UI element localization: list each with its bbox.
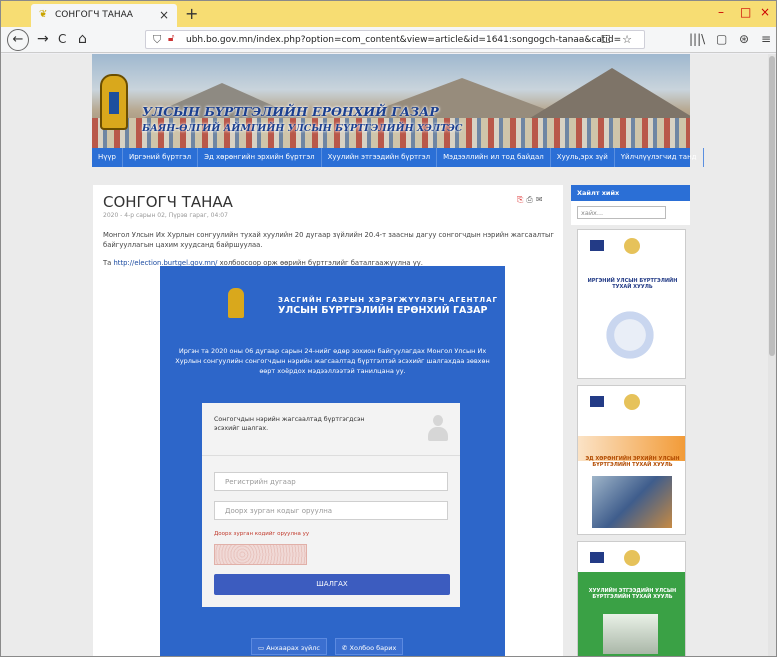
article-paragraph: Монгол Улсын Их Хурлын сонгуулийн тухай … [103, 231, 554, 249]
soyombo-emblem-icon [100, 74, 128, 130]
minimize-button[interactable]: – [718, 5, 724, 19]
article-title: СОНГОГЧ ТАНАА [103, 193, 233, 211]
banner-subtitle: БАЯН-ӨЛГИЙ АЙМГИЙН УЛСЫН БҮРТГЭЛИЙН ХЭЛТ… [142, 123, 463, 134]
url-text: ubh.bo.gov.mn/index.php?option=com_conte… [186, 35, 622, 45]
form-title: Сонгогчдын нэрийн жагсаалтад бүртгэгдсэн… [214, 416, 365, 432]
captcha-error: Доорх зурган кодийг оруулна уу [214, 531, 310, 537]
agency-logo-icon [590, 552, 604, 563]
account-icon[interactable]: ⊛ [739, 32, 749, 46]
search-box: хайх... [571, 201, 690, 225]
book-civil-registration-law[interactable]: ИРГЭНИЙ УЛСЫН БҮРТГЭЛИЙН ТУХАЙ ХУУЛЬ [577, 229, 686, 379]
book-property-registration-law[interactable]: ЭД ХӨРӨНГИЙН ЭРХИЙН УЛСЫН БҮРТГЭЛИЙН ТУХ… [577, 385, 686, 535]
search-title: Хайлт хийх [571, 185, 690, 201]
main-menu: Нүүр Иргэний бүртгэл Эд хөрөнгийн эрхийн… [92, 148, 704, 167]
notes-button-label: Анхаарах зүйлс [266, 644, 321, 652]
shield-icon[interactable]: ⛉ [153, 33, 161, 47]
library-icon[interactable]: |||\ [689, 32, 705, 46]
user-icon [425, 415, 451, 443]
monitor-icon: ▭ [258, 644, 267, 652]
home-button[interactable]: ⌂ [78, 31, 87, 47]
tab-close-icon[interactable]: × [159, 8, 169, 22]
people-illustration [600, 310, 660, 360]
reload-button[interactable]: C [58, 31, 66, 47]
banner-title: УЛСЫН БҮРТГЭЛИЙН ЕРӨНХИЙ ГАЗАР [142, 104, 439, 119]
maximize-button[interactable]: □ [740, 5, 751, 19]
page-actions[interactable]: ··· ☐ ☆ [571, 33, 636, 46]
menu-item-transparency[interactable]: Мэдээллийн ил тод байдал [437, 148, 551, 167]
pdf-icon[interactable]: ⎘ [517, 195, 526, 204]
embed-intro: Иргэн та 2020 оны 06 дугаар сарын 24-ний… [175, 347, 490, 375]
tab-title: СОНГОГЧ ТАНАА [55, 10, 133, 20]
seal-icon [624, 550, 640, 566]
active-tab[interactable]: ❦ СОНГОГЧ ТАНАА × [31, 4, 177, 27]
seal-icon [624, 394, 640, 410]
email-icon[interactable]: ✉ [536, 195, 546, 204]
sidebar-icon[interactable]: ▢ [716, 32, 727, 46]
menu-item-property-registration[interactable]: Эд хөрөнгийн эрхийн бүртгэл [198, 148, 322, 167]
browser-window: ❦ СОНГОГЧ ТАНАА × + – □ × ← → C ⌂ ⛉ 🔓︎ u… [0, 0, 777, 657]
forward-button[interactable]: → [37, 31, 49, 47]
check-form-card: Сонгогчдын нэрийн жагсаалтад бүртгэгдсэн… [202, 403, 460, 607]
agency-line-1: ЗАСГИЙН ГАЗРЫН ХЭРЭГЖҮҮЛЭГЧ АГЕНТЛАГ [278, 296, 498, 304]
print-icon[interactable]: ⎙ [526, 195, 535, 204]
site-favicon-icon: ❦ [39, 9, 48, 20]
agency-emblem-icon [228, 288, 244, 318]
notes-button[interactable]: ▭ Анхаарах зүйлс [251, 638, 328, 655]
right-sidebar: Хайлт хийх хайх... ИРГЭНИЙ УЛСЫН БҮРТГЭЛ… [571, 185, 690, 656]
captcha-code-input[interactable]: Доорх зурган кодыг оруулна [214, 501, 448, 520]
mountain-shape [522, 68, 690, 123]
back-button[interactable]: ← [7, 29, 29, 51]
agency-logo-icon [590, 240, 604, 251]
insecure-lock-icon[interactable]: 🔓︎ [168, 33, 174, 44]
page-viewport: УЛСЫН БҮРТГЭЛИЙН ЕРӨНХИЙ ГАЗАР БАЯН-ӨЛГИ… [1, 54, 776, 656]
site-banner: УЛСЫН БҮРТГЭЛИЙН ЕРӨНХИЙ ГАЗАР БАЯН-ӨЛГИ… [92, 54, 690, 148]
scrollbar-thumb[interactable] [769, 56, 775, 356]
navigation-bar: ← → C ⌂ ⛉ 🔓︎ ubh.bo.gov.mn/index.php?opt… [1, 27, 776, 53]
menu-item-legal-entity-registration[interactable]: Хуулийн этгээдийн бүртгэл [322, 148, 438, 167]
book-title: ЭД ХӨРӨНГИЙН ЭРХИЙН УЛСЫН БҮРТГЭЛИЙН ТУХ… [585, 456, 680, 468]
article-content: СОНГОГЧ ТАНАА 2020 - 4-р сарын 02, Пүрэв… [93, 185, 563, 656]
new-tab-button[interactable]: + [185, 4, 198, 23]
captcha-image [214, 544, 307, 565]
menu-item-law[interactable]: Хууль,эрх зүй [551, 148, 615, 167]
book-title: ХУУЛИЙН ЭТГЭЭДИЙН УЛСЫН БҮРТГЭЛИЙН ТУХАЙ… [588, 588, 677, 600]
election-check-embed: ЗАСГИЙН ГАЗРЫН ХЭРЭГЖҮҮЛЭГЧ АГЕНТЛАГ УЛС… [160, 266, 505, 656]
agency-logo-icon [590, 396, 604, 407]
article-date: 2020 - 4-р сарын 02, Пүрэв гараг, 04:07 [103, 212, 228, 219]
property-illustration [592, 476, 672, 528]
search-input[interactable]: хайх... [577, 206, 666, 219]
vertical-scrollbar[interactable] [768, 54, 776, 656]
seal-icon [624, 238, 640, 254]
menu-item-civil-registration[interactable]: Иргэний бүртгэл [123, 148, 199, 167]
phone-icon: ✆ [342, 644, 350, 652]
article-tools: ⎘⎙✉ [517, 195, 546, 205]
book-legal-entity-law[interactable]: ХУУЛИЙН ЭТГЭЭДИЙН УЛСЫН БҮРТГЭЛИЙН ТУХАЙ… [577, 541, 686, 656]
link-prefix: Та [103, 259, 112, 267]
menu-item-home[interactable]: Нүүр [92, 148, 123, 167]
address-bar[interactable]: ⛉ 🔓︎ ubh.bo.gov.mn/index.php?option=com_… [145, 30, 645, 49]
contact-button[interactable]: ✆ Холбоо барих [335, 638, 404, 655]
book-title: ИРГЭНИЙ УЛСЫН БҮРТГЭЛИЙН ТУХАЙ ХУУЛЬ [587, 278, 678, 290]
title-bar: ❦ СОНГОГЧ ТАНАА × + – □ × [1, 1, 776, 27]
close-window-button[interactable]: × [760, 5, 770, 19]
contact-button-label: Холбоо барих [349, 644, 397, 652]
register-number-input[interactable]: Регистрийн дугаар [214, 472, 448, 491]
menu-icon[interactable]: ≡ [761, 32, 771, 46]
check-button[interactable]: ШАЛГАХ [214, 574, 450, 595]
agency-line-2: УЛСЫН БҮРТГЭЛИЙН ЕРӨНХИЙ ГАЗАР [278, 305, 488, 316]
divider [202, 455, 460, 456]
menu-item-customers[interactable]: Үйлчлүүлэгчид танд [615, 148, 704, 167]
building-illustration [603, 614, 658, 654]
